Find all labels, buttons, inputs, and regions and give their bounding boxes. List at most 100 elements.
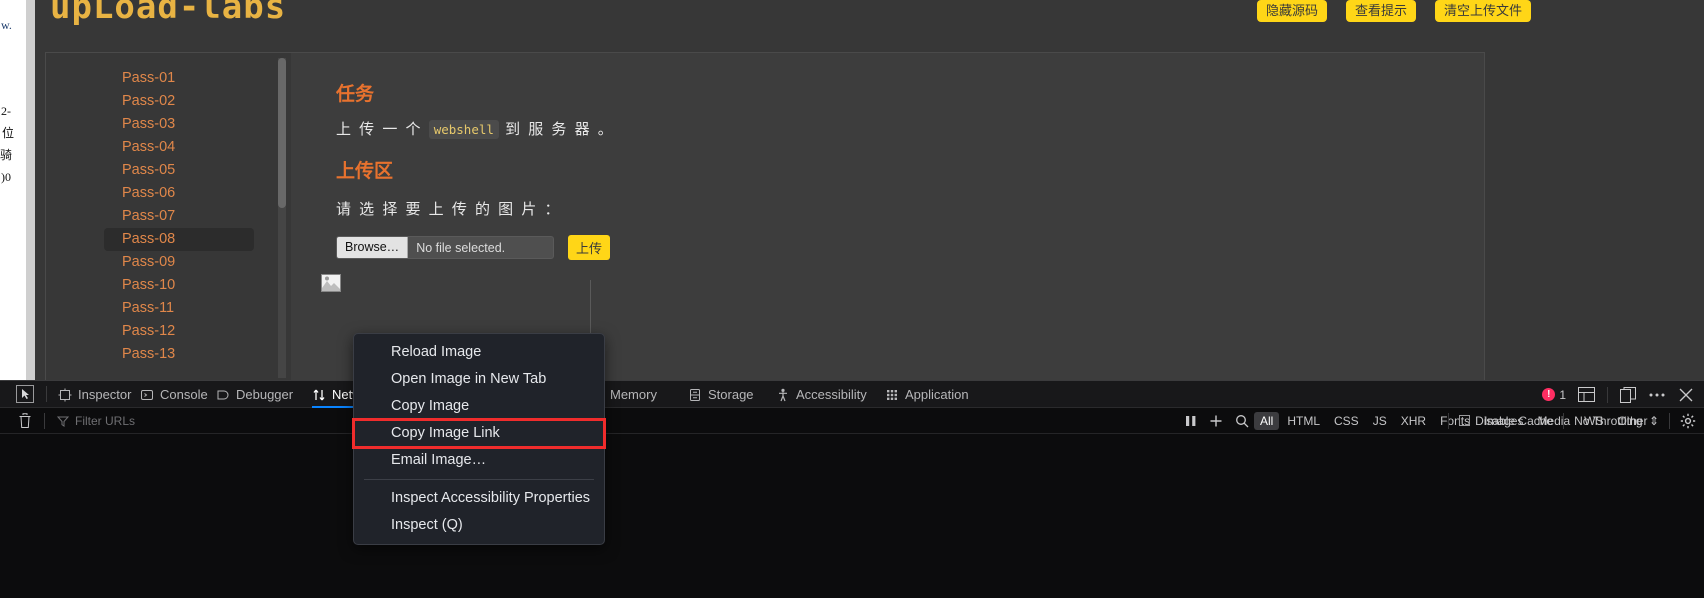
console-icon bbox=[141, 389, 153, 400]
context-menu-item-copy-image[interactable]: Copy Image bbox=[354, 393, 604, 420]
filter-urls-input[interactable]: Filter URLs bbox=[57, 408, 135, 434]
sidebar-item-pass-04[interactable]: Pass-04 bbox=[104, 136, 254, 159]
tab-label: Debugger bbox=[236, 387, 294, 402]
sidebar-item-pass-13[interactable]: Pass-13 bbox=[104, 343, 254, 366]
network-toolbar: Filter URLs All HTML CSS JS XHR Fonts Im… bbox=[0, 408, 1704, 434]
sidebar-item-pass-06[interactable]: Pass-06 bbox=[104, 182, 254, 205]
page-vertical-scrollbar[interactable] bbox=[26, 0, 35, 380]
image-context-menu[interactable]: Reload Image Open Image in New Tab Copy … bbox=[352, 333, 606, 545]
task-heading: 任务 bbox=[336, 84, 375, 105]
filter-icon bbox=[57, 416, 69, 427]
sidebar-item-pass-03[interactable]: Pass-03 bbox=[104, 113, 254, 136]
hide-source-button[interactable]: 隐藏源码 bbox=[1257, 0, 1328, 22]
pass-list: Pass-01 Pass-02 Pass-03 Pass-04 Pass-05 … bbox=[46, 67, 291, 366]
sidebar-item-pass-01[interactable]: Pass-01 bbox=[104, 67, 254, 90]
split-console-icon[interactable] bbox=[1578, 387, 1595, 402]
view-hint-button[interactable]: 查看提示 bbox=[1346, 0, 1417, 22]
search-icon[interactable] bbox=[1235, 414, 1249, 428]
context-menu-label: Inspect (Q) bbox=[391, 517, 463, 533]
clear-requests-icon[interactable] bbox=[18, 413, 32, 429]
clear-uploads-button[interactable]: 清空上传文件 bbox=[1435, 0, 1532, 22]
throttling-label: No Throttling bbox=[1574, 414, 1643, 428]
gear-icon[interactable] bbox=[1680, 413, 1696, 429]
context-menu-item-reload-image[interactable]: Reload Image bbox=[354, 339, 604, 366]
task-text-after: 到 服 务 器 。 bbox=[505, 121, 615, 138]
context-menu-label: Copy Image bbox=[391, 398, 470, 414]
tab-application[interactable]: Application bbox=[885, 381, 969, 408]
filter-html[interactable]: HTML bbox=[1281, 412, 1326, 430]
sidebar-item-pass-08[interactable]: Pass-08 bbox=[104, 228, 254, 251]
checkbox-box bbox=[1459, 415, 1471, 426]
add-icon[interactable] bbox=[1209, 414, 1223, 428]
throttling-select[interactable]: No Throttling ⇕ bbox=[1574, 414, 1659, 428]
context-menu-item-inspect-accessibility[interactable]: Inspect Accessibility Properties bbox=[354, 485, 604, 512]
error-count-label: 1 bbox=[1559, 387, 1566, 402]
tab-debugger[interactable]: Debugger bbox=[216, 381, 293, 408]
context-menu-item-email-image[interactable]: Email Image… bbox=[354, 447, 604, 474]
file-input[interactable]: Browse… No file selected. bbox=[336, 236, 554, 259]
sidebar-item-pass-05[interactable]: Pass-05 bbox=[104, 159, 254, 182]
debugger-icon bbox=[217, 390, 229, 399]
tab-console[interactable]: Console bbox=[140, 381, 208, 408]
sidebar-item-pass-11[interactable]: Pass-11 bbox=[104, 297, 254, 320]
tab-label: Console bbox=[160, 387, 208, 402]
upload-heading: 上传区 bbox=[336, 161, 394, 182]
site-header: upLoad-labs 隐藏源码 查看提示 清空上传文件 bbox=[35, 0, 1704, 40]
sidebar-item-pass-10[interactable]: Pass-10 bbox=[104, 274, 254, 297]
toolbar-end-controls: Disable Cache No Throttling ⇕ bbox=[1448, 408, 1696, 434]
dock-position-icon[interactable] bbox=[1620, 386, 1636, 403]
disable-cache-checkbox[interactable]: Disable Cache bbox=[1459, 414, 1553, 428]
end-separator-2 bbox=[1563, 413, 1565, 429]
context-menu-label: Email Image… bbox=[391, 452, 487, 468]
filter-css[interactable]: CSS bbox=[1328, 412, 1365, 430]
context-menu-item-open-image-new-tab[interactable]: Open Image in New Tab bbox=[354, 366, 604, 393]
context-menu-item-copy-image-link[interactable]: Copy Image Link bbox=[352, 418, 606, 449]
close-icon[interactable] bbox=[1678, 387, 1694, 403]
error-count-badge[interactable]: ! 1 bbox=[1542, 388, 1566, 402]
underlying-page-edge: w. 2- 位 骑 )0 bbox=[0, 0, 26, 380]
tab-storage[interactable]: Storage bbox=[688, 381, 754, 408]
network-icon bbox=[313, 389, 325, 400]
context-menu-item-inspect[interactable]: Inspect (Q) bbox=[354, 512, 604, 539]
sidebar-item-pass-02[interactable]: Pass-02 bbox=[104, 90, 254, 113]
storage-icon bbox=[690, 388, 700, 401]
more-options-icon[interactable] bbox=[1648, 387, 1666, 403]
sidebar-item-pass-12[interactable]: Pass-12 bbox=[104, 320, 254, 343]
accessibility-icon bbox=[779, 388, 787, 401]
tab-label: Inspector bbox=[78, 387, 132, 402]
level-sidebar: Pass-01 Pass-02 Pass-03 Pass-04 Pass-05 … bbox=[46, 53, 291, 383]
edge-text-5: )0 bbox=[1, 170, 11, 184]
element-picker-icon[interactable] bbox=[16, 385, 34, 403]
panel-content: 任务 上 传 一 个 webshell 到 服 务 器 。 上传区 请 选 择 … bbox=[291, 53, 1484, 381]
browse-button[interactable]: Browse… bbox=[337, 237, 409, 258]
inspector-icon bbox=[58, 388, 72, 401]
end-separator-3 bbox=[1669, 413, 1670, 429]
tab-label: Application bbox=[905, 387, 969, 402]
sidebar-item-pass-09[interactable]: Pass-09 bbox=[104, 251, 254, 274]
tab-inspector[interactable]: Inspector bbox=[58, 381, 131, 408]
filter-js[interactable]: JS bbox=[1367, 412, 1393, 430]
devtools-tabbar-actions: ! 1 bbox=[1542, 381, 1694, 408]
context-menu-separator bbox=[364, 479, 594, 480]
context-menu-label: Open Image in New Tab bbox=[391, 371, 547, 387]
filter-all[interactable]: All bbox=[1254, 412, 1280, 430]
file-name-label: No file selected. bbox=[416, 240, 506, 255]
tab-label: Storage bbox=[708, 387, 754, 402]
tab-label: Accessibility bbox=[796, 387, 867, 402]
filter-urls-placeholder: Filter URLs bbox=[75, 414, 136, 428]
sidebar-item-pass-07[interactable]: Pass-07 bbox=[104, 205, 254, 228]
tab-accessibility[interactable]: Accessibility bbox=[776, 381, 867, 408]
submit-upload-button[interactable]: 上传 bbox=[568, 235, 611, 260]
browser-content: upLoad-labs 隐藏源码 查看提示 清空上传文件 Pass-01 Pas… bbox=[35, 0, 1704, 383]
pause-icon[interactable] bbox=[1185, 414, 1197, 428]
toolbar-separator bbox=[44, 413, 45, 429]
application-icon bbox=[887, 389, 897, 400]
upload-form: Browse… No file selected. 上传 bbox=[336, 235, 611, 260]
action-separator bbox=[1607, 386, 1608, 403]
main-panel: Pass-01 Pass-02 Pass-03 Pass-04 Pass-05 … bbox=[45, 52, 1485, 383]
sidebar-scrollbar-thumb[interactable] bbox=[278, 58, 286, 208]
site-logo: upLoad-labs bbox=[50, 0, 287, 27]
filter-xhr[interactable]: XHR bbox=[1395, 412, 1432, 430]
edge-text-1: w. bbox=[1, 18, 12, 32]
tab-memory[interactable]: Memory bbox=[610, 381, 657, 408]
